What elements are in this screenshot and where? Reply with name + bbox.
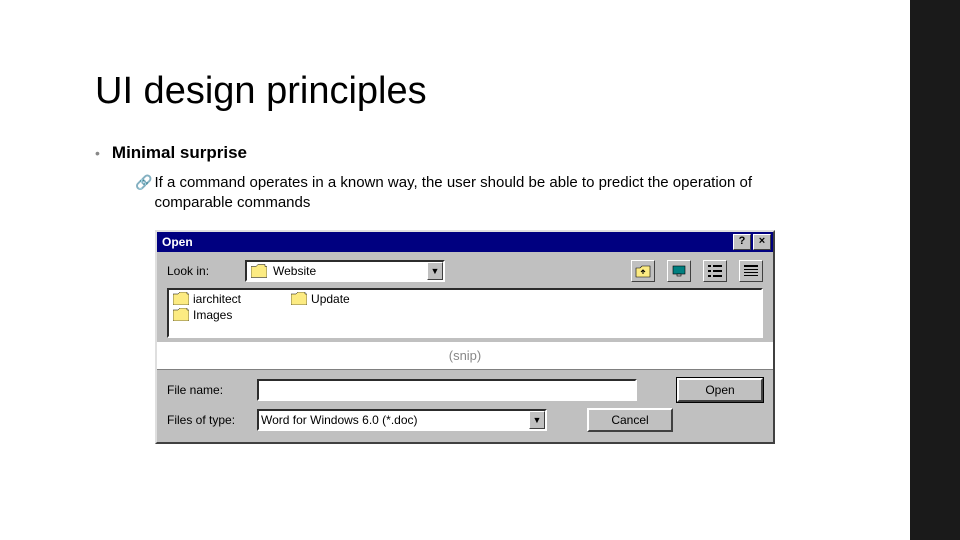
filetype-combo[interactable]: Word for Windows 6.0 (*.doc) ▼ <box>257 409 547 431</box>
file-name: iarchitect <box>193 292 241 306</box>
desktop-icon <box>671 264 687 278</box>
folder-icon <box>173 292 189 305</box>
bullet-dot-icon: • <box>95 145 100 161</box>
cancel-button[interactable]: Cancel <box>587 408 673 432</box>
up-folder-button[interactable] <box>631 260 655 282</box>
file-name: Images <box>193 308 232 322</box>
close-button[interactable]: × <box>753 234 771 250</box>
filename-row: File name: Open <box>167 378 763 402</box>
lookin-label: Look in: <box>167 264 237 278</box>
filename-label: File name: <box>167 383 247 397</box>
filetype-row: Files of type: Word for Windows 6.0 (*.d… <box>167 408 763 432</box>
lookin-row: Look in: Website ▼ <box>167 260 763 282</box>
dialog-titlebar: Open ? × <box>157 232 773 252</box>
cancel-button-label: Cancel <box>611 413 648 427</box>
filename-input[interactable] <box>257 379 637 401</box>
file-list[interactable]: iarchitect Images Update <box>167 288 763 338</box>
list-item[interactable]: Update <box>291 292 350 306</box>
snip-marker: (snip) <box>157 342 773 369</box>
filetype-label: Files of type: <box>167 413 247 427</box>
file-column-1: iarchitect Images <box>173 292 241 334</box>
file-name: Update <box>311 292 350 306</box>
dialog-bottom: File name: Open Files of type: Word for … <box>157 369 773 442</box>
filetype-value: Word for Windows 6.0 (*.doc) <box>259 413 529 427</box>
list-view-icon <box>708 265 722 277</box>
open-dialog: Open ? × Look in: Website ▼ <box>155 230 775 444</box>
link-icon: 🔗 <box>135 173 152 193</box>
help-button[interactable]: ? <box>733 234 751 250</box>
page-title: UI design principles <box>95 70 870 113</box>
lookin-combo[interactable]: Website ▼ <box>245 260 445 282</box>
list-view-button[interactable] <box>703 260 727 282</box>
file-column-2: Update <box>291 292 350 334</box>
folder-icon <box>251 264 267 278</box>
folder-icon <box>173 308 189 321</box>
chevron-down-icon: ▼ <box>431 266 440 276</box>
close-icon: × <box>759 236 765 247</box>
lookin-dropdown-button[interactable]: ▼ <box>427 262 443 280</box>
details-view-button[interactable] <box>739 260 763 282</box>
lookin-value: Website <box>271 264 427 278</box>
details-view-icon <box>744 265 758 277</box>
slide-content: UI design principles • Minimal surprise … <box>0 0 960 444</box>
desktop-button[interactable] <box>667 260 691 282</box>
dialog-body: Look in: Website ▼ <box>157 252 773 342</box>
chevron-down-icon: ▼ <box>533 415 542 425</box>
sub-bullet-text: If a command operates in a known way, th… <box>154 173 834 214</box>
filetype-dropdown-button[interactable]: ▼ <box>529 411 545 429</box>
slide-accent-bar <box>910 0 960 540</box>
bullet-text: Minimal surprise <box>112 143 247 163</box>
up-folder-icon <box>635 264 651 278</box>
list-item[interactable]: iarchitect <box>173 292 241 306</box>
open-button-label: Open <box>705 383 734 397</box>
help-icon: ? <box>739 236 746 247</box>
folder-icon <box>291 292 307 305</box>
list-item[interactable]: Images <box>173 308 241 322</box>
open-button[interactable]: Open <box>677 378 763 402</box>
sub-bullet-row: 🔗 If a command operates in a known way, … <box>135 173 870 214</box>
bullet-row: • Minimal surprise <box>95 143 870 163</box>
dialog-title: Open <box>162 235 731 249</box>
